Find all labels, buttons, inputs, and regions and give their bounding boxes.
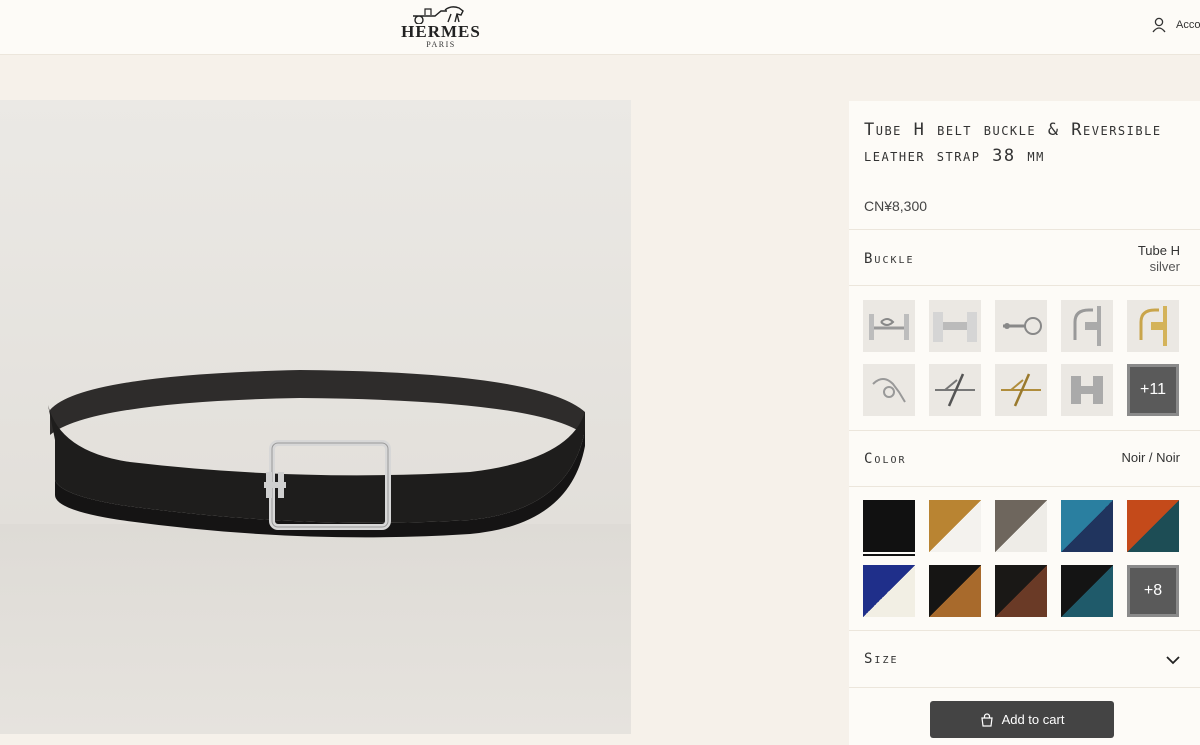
color-swatch-orange-green[interactable] xyxy=(1127,500,1179,552)
buckle-option-7[interactable] xyxy=(929,364,981,416)
color-swatch-black-gold[interactable] xyxy=(929,565,981,617)
product-price: CN¥8,300 xyxy=(864,198,928,214)
color-more-button[interactable]: +8 xyxy=(1127,565,1179,617)
buckle-label: Buckle xyxy=(864,251,915,267)
buckle-thumbnail-icon xyxy=(869,314,909,340)
buckle-option-5[interactable] xyxy=(1127,300,1179,352)
buckle-option-6[interactable] xyxy=(863,364,915,416)
shopping-bag-icon xyxy=(980,712,993,727)
color-swatch-blue-navy[interactable] xyxy=(1061,500,1113,552)
buckle-thumbnail-icon xyxy=(935,373,975,407)
account-label: Acco xyxy=(1176,19,1200,31)
size-dropdown-toggle[interactable] xyxy=(1166,652,1180,670)
buckle-option-4[interactable] xyxy=(1061,300,1113,352)
belt-photo xyxy=(0,100,631,734)
buckle-thumbnail-icon xyxy=(1003,317,1042,335)
buckle-thumbnail-icon xyxy=(1139,306,1167,346)
account-link[interactable]: Acco xyxy=(1152,14,1200,36)
buckle-thumbnail-icon xyxy=(1001,373,1041,407)
buckle-more-label: +11 xyxy=(1140,381,1166,398)
color-swatch-gold-white[interactable] xyxy=(929,500,981,552)
buckle-thumbnail-icon xyxy=(1073,306,1101,346)
color-swatch-black-brown[interactable] xyxy=(995,565,1047,617)
divider xyxy=(849,486,1200,487)
color-label: Color xyxy=(864,451,907,467)
add-to-cart-label: Add to cart xyxy=(1001,712,1065,727)
buckle-thumbnail-icon xyxy=(1071,376,1103,404)
color-selected: Noir / Noir xyxy=(1121,450,1180,465)
color-swatch-noir-noir[interactable] xyxy=(863,500,915,556)
buckle-selected-finish: silver xyxy=(1149,259,1180,274)
user-icon xyxy=(1152,17,1166,33)
size-label: Size xyxy=(864,651,899,667)
buckle-option-8[interactable] xyxy=(995,364,1047,416)
hermes-logo[interactable]: HERMES PARIS xyxy=(400,4,482,50)
add-to-cart-button[interactable]: Add to cart xyxy=(930,701,1114,738)
buckle-thumbnail-icon xyxy=(872,378,906,403)
product-image[interactable] xyxy=(0,100,631,734)
site-header: HERMES PARIS Acco xyxy=(0,0,1200,55)
divider xyxy=(849,229,1200,230)
carriage-logo-icon xyxy=(413,6,464,24)
divider xyxy=(849,687,1200,688)
buckle-option-1[interactable] xyxy=(863,300,915,352)
brand-wordmark: HERMES xyxy=(401,22,481,41)
buckle-more-button[interactable]: +11 xyxy=(1127,364,1179,416)
color-swatch-navy-white[interactable] xyxy=(863,565,915,617)
color-swatch-etoupe-white[interactable] xyxy=(995,500,1047,552)
product-title: Tube H belt buckle & Reversible leather … xyxy=(864,120,1162,166)
buckle-selected: Tube H silver xyxy=(1138,243,1180,275)
color-more-label: +8 xyxy=(1143,582,1163,599)
color-swatch-black-teal[interactable] xyxy=(1061,565,1113,617)
buckle-option-9[interactable] xyxy=(1061,364,1113,416)
buckle-selected-name: Tube H xyxy=(1137,243,1180,258)
divider xyxy=(849,285,1200,286)
buckle-option-2[interactable] xyxy=(929,300,981,352)
brand-subtitle: PARIS xyxy=(426,40,456,49)
product-panel: Tube H belt buckle & Reversible leather … xyxy=(849,101,1200,745)
buckle-option-3[interactable] xyxy=(995,300,1047,352)
divider xyxy=(849,630,1200,631)
chevron-down-icon xyxy=(1166,656,1180,665)
buckle-thumbnail-icon xyxy=(933,312,977,342)
divider xyxy=(849,430,1200,431)
